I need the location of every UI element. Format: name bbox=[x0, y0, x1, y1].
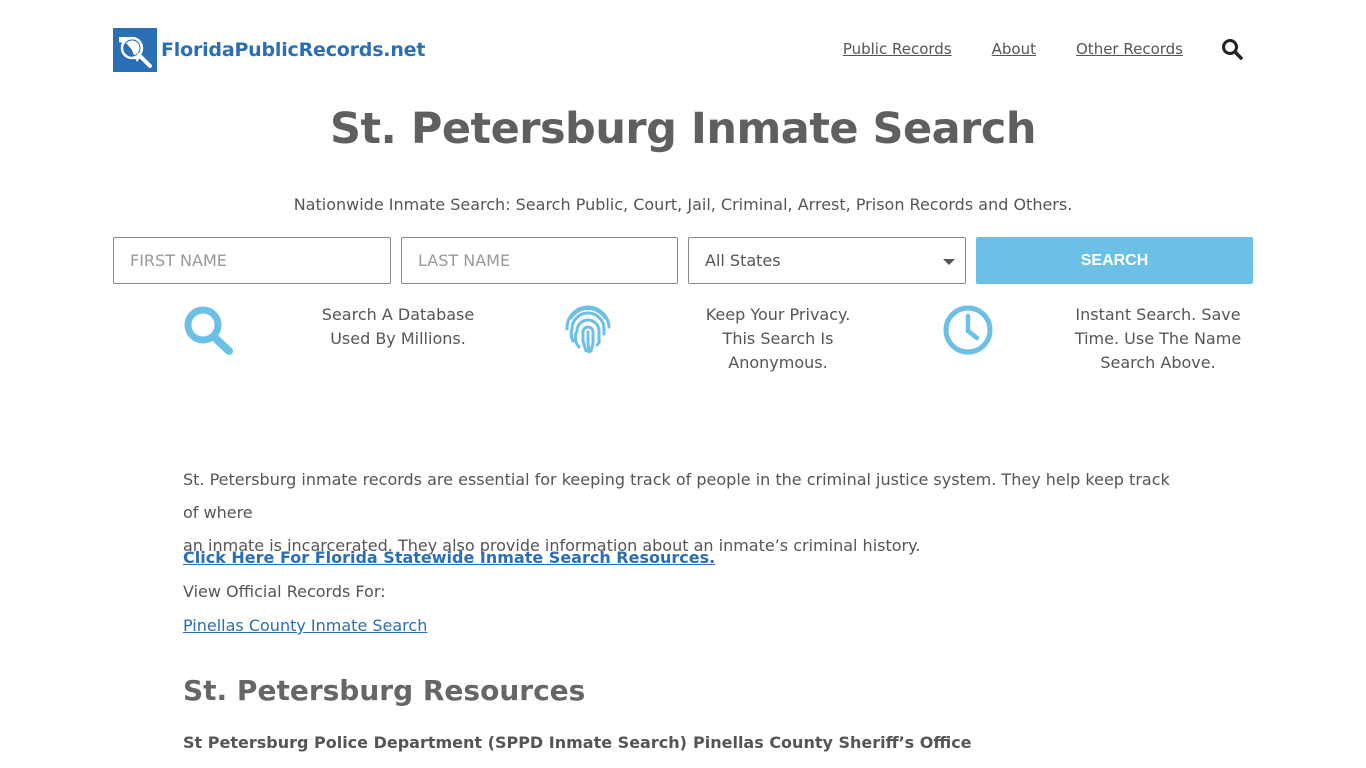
inmate-search-form: All States SEARCH bbox=[113, 237, 1253, 284]
intro-line: St. Petersburg inmate records are essent… bbox=[183, 470, 1170, 522]
first-name-input[interactable] bbox=[113, 237, 391, 284]
site-logo[interactable]: FloridaPublicRecords.net bbox=[113, 28, 425, 72]
feature-line: Anonymous. bbox=[728, 353, 828, 372]
feature-line: Used By Millions. bbox=[330, 329, 466, 348]
state-select[interactable]: All States bbox=[688, 237, 966, 284]
page-title: St. Petersburg Inmate Search bbox=[330, 104, 1036, 154]
feature-line: This Search Is bbox=[722, 329, 834, 348]
clock-icon bbox=[942, 304, 994, 360]
dropdown-arrow-icon bbox=[943, 259, 955, 265]
last-name-input[interactable] bbox=[401, 237, 678, 284]
fingerprint-icon bbox=[562, 303, 614, 359]
feature-line: Time. Use The Name bbox=[1074, 329, 1242, 348]
nav-link-about[interactable]: About bbox=[992, 40, 1036, 58]
feature-text-privacy: Keep Your Privacy. This Search Is Anonym… bbox=[678, 303, 878, 375]
feature-line: Search Above. bbox=[1100, 353, 1216, 372]
resource-item-sppd[interactable]: St Petersburg Police Department (SPPD In… bbox=[183, 733, 687, 752]
resource-item-pinellas-sheriff[interactable]: Pinellas County Sheriff’s Office bbox=[693, 733, 972, 752]
resources-heading: St. Petersburg Resources bbox=[183, 674, 586, 707]
nav-link-other-records[interactable]: Other Records bbox=[1076, 40, 1183, 58]
feature-text-instant: Instant Search. Save Time. Use The Name … bbox=[1058, 303, 1258, 375]
feature-line: Instant Search. Save bbox=[1075, 305, 1241, 324]
florida-magnifier-logo-icon bbox=[113, 28, 157, 72]
site-header: FloridaPublicRecords.net Public Records … bbox=[113, 28, 1253, 74]
feature-line: Keep Your Privacy. bbox=[705, 305, 851, 324]
feature-line: Search A Database bbox=[321, 305, 475, 324]
state-select-value: All States bbox=[705, 251, 781, 270]
nav-link-public-records[interactable]: Public Records bbox=[843, 40, 952, 58]
pinellas-county-link[interactable]: Pinellas County Inmate Search bbox=[183, 616, 427, 635]
logo-text[interactable]: FloridaPublicRecords.net bbox=[161, 39, 425, 61]
feature-text-database: Search A Database Used By Millions. bbox=[298, 303, 498, 351]
statewide-inmate-search-link[interactable]: Click Here For Florida Statewide Inmate … bbox=[183, 548, 715, 567]
search-button[interactable]: SEARCH bbox=[976, 237, 1253, 284]
page-subtitle: Nationwide Inmate Search: Search Public,… bbox=[293, 195, 1073, 214]
magnifier-icon bbox=[182, 304, 236, 360]
main-nav: Public Records About Other Records bbox=[803, 40, 1183, 58]
view-records-label: View Official Records For: bbox=[183, 582, 386, 601]
search-icon[interactable] bbox=[1221, 38, 1243, 60]
